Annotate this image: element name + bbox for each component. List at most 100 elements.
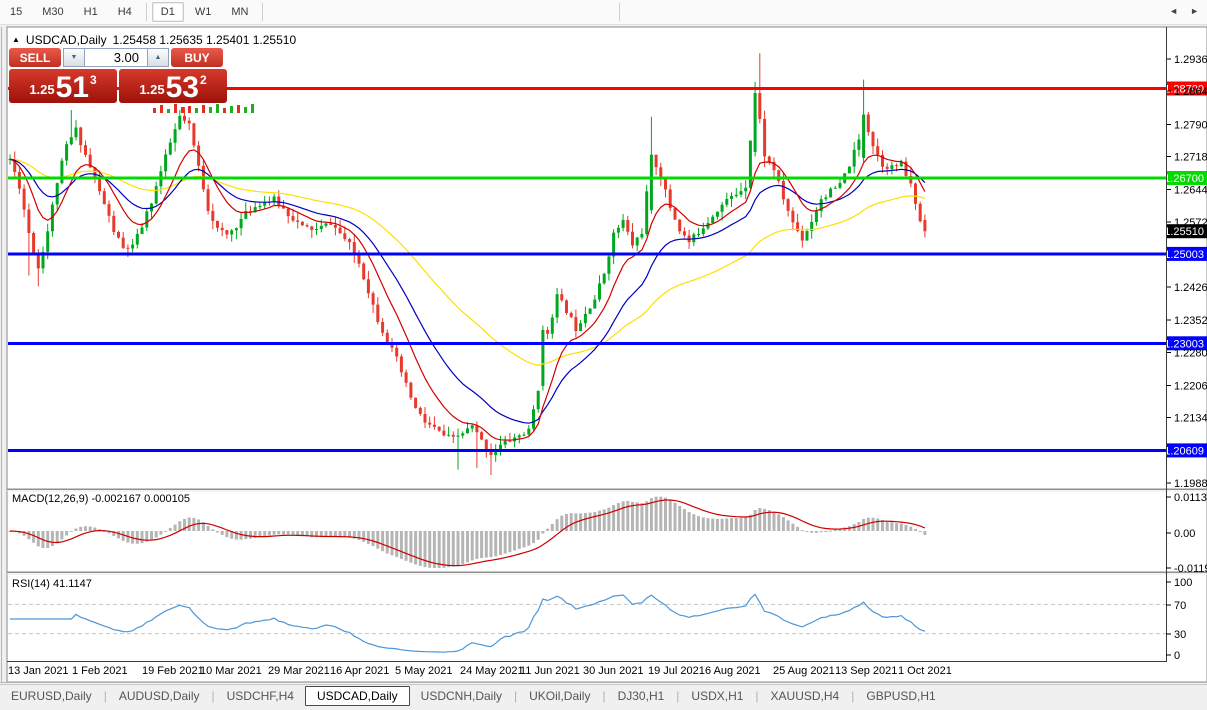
candle-body	[791, 211, 794, 223]
tab-dj30-h1[interactable]: DJ30,H1	[607, 686, 676, 706]
volume-increase-button[interactable]: ▲	[147, 48, 169, 67]
macd-bar	[178, 521, 181, 531]
candle-body	[758, 93, 761, 119]
macd-bar	[688, 512, 691, 531]
level-line-1.20609[interactable]	[8, 449, 1166, 452]
macd-bar	[603, 509, 606, 531]
date-axis[interactable]: 13 Jan 20211 Feb 202119 Feb 202110 Mar 2…	[8, 665, 952, 677]
candle-body	[75, 128, 78, 138]
tab-scroll-left-icon[interactable]: ◄	[1169, 6, 1178, 16]
macd-bar	[188, 518, 191, 532]
candle-body	[27, 210, 30, 233]
tick-mark	[237, 105, 240, 113]
macd-bar	[452, 531, 455, 567]
tab-usdcad-daily[interactable]: USDCAD,Daily	[305, 686, 410, 706]
expand-triangle-icon[interactable]: ▲	[12, 35, 20, 44]
tick-mark	[167, 109, 170, 113]
macd-bar	[409, 531, 412, 563]
tab-usdcnh-daily[interactable]: USDCNH,Daily	[410, 686, 513, 706]
macd-bar	[697, 516, 700, 531]
macd-bar	[235, 531, 238, 540]
candle-body	[725, 199, 728, 205]
sell-button[interactable]: SELL	[9, 48, 61, 67]
macd-bar	[914, 529, 917, 531]
macd-bar	[735, 518, 738, 531]
candle-body	[589, 309, 592, 314]
tab-usdx-h1[interactable]: USDX,H1	[680, 686, 754, 706]
macd-bar	[334, 531, 337, 537]
buy-price-panel[interactable]: 1.25 53 2	[119, 69, 227, 103]
level-line-1.25003[interactable]	[8, 252, 1166, 255]
candle-body	[537, 391, 540, 409]
macd-bar	[51, 531, 54, 546]
macd-bar	[872, 518, 875, 531]
candle-body	[225, 230, 228, 234]
tab-ukoil-daily[interactable]: UKOil,Daily	[518, 686, 601, 706]
candle-body	[174, 129, 177, 143]
date-label: 25 Aug 2021	[773, 665, 835, 677]
level-line-1.23003[interactable]	[8, 342, 1166, 345]
candle-body	[485, 440, 488, 450]
sell-price-panel[interactable]: 1.25 51 3	[9, 69, 117, 103]
candle-body	[504, 441, 507, 445]
candle-body	[839, 183, 842, 188]
chart-window-background	[7, 27, 1207, 682]
candle-body	[579, 323, 582, 331]
price-tick-label: 1.26440	[1174, 185, 1207, 197]
candle-wick	[641, 228, 642, 239]
candle-body	[697, 234, 700, 235]
tab-audusd-daily[interactable]: AUDUSD,Daily	[108, 686, 211, 706]
level-line-1.26700[interactable]	[8, 177, 1166, 180]
macd-bar	[32, 531, 35, 543]
buy-button[interactable]: BUY	[171, 48, 223, 67]
macd-bar	[457, 531, 460, 565]
macd-bar	[339, 531, 342, 537]
macd-bar	[725, 518, 728, 531]
date-label: 24 May 2021	[460, 665, 524, 677]
macd-bar	[876, 519, 879, 532]
candle-body	[674, 208, 677, 220]
macd-bar	[612, 505, 615, 531]
candle-body	[787, 199, 790, 211]
candle-body	[645, 191, 648, 234]
tick-mark	[244, 107, 247, 113]
tab-gbpusd-h1[interactable]: GBPUSD,H1	[855, 686, 946, 706]
candle-body	[216, 221, 219, 228]
candle-body	[414, 398, 417, 408]
candle-body	[471, 425, 474, 428]
macd-bar	[174, 525, 177, 531]
tab-usdchf-h4[interactable]: USDCHF,H4	[216, 686, 305, 706]
candle-wick	[736, 188, 737, 198]
candle-body	[65, 144, 68, 160]
macd-bar	[617, 503, 620, 531]
macd-bar	[659, 497, 662, 531]
candle-body	[296, 221, 299, 222]
price-tick-label: 1.24260	[1174, 282, 1207, 294]
candle-body	[108, 204, 111, 216]
candle-body	[258, 206, 261, 207]
volume-decrease-button[interactable]: ▼	[63, 48, 85, 67]
volume-input[interactable]: 3.00	[85, 48, 147, 67]
candle-wick	[189, 117, 190, 130]
tick-mark	[223, 108, 226, 113]
tab-eurusd-daily[interactable]: EURUSD,Daily	[0, 686, 103, 706]
macd-bar	[740, 518, 743, 531]
candle-body	[518, 435, 521, 437]
macd-bar	[820, 531, 823, 532]
candle-body	[301, 222, 304, 225]
candle-body	[273, 197, 276, 202]
candle-body	[192, 123, 195, 145]
tick-mark	[251, 104, 254, 113]
tab-scroll-right-icon[interactable]: ►	[1190, 6, 1199, 16]
macd-bar	[225, 531, 228, 537]
macd-bar	[513, 531, 516, 551]
candle-body	[834, 188, 837, 189]
tab-xauusd-h4[interactable]: XAUUSD,H4	[760, 686, 851, 706]
candle-body	[862, 115, 865, 158]
macd-bar	[277, 531, 280, 534]
date-label: 1 Oct 2021	[898, 665, 952, 677]
sell-price-sup: 3	[90, 73, 97, 87]
macd-bar	[622, 501, 625, 531]
macd-bar	[136, 531, 139, 544]
candle-body	[155, 186, 158, 203]
